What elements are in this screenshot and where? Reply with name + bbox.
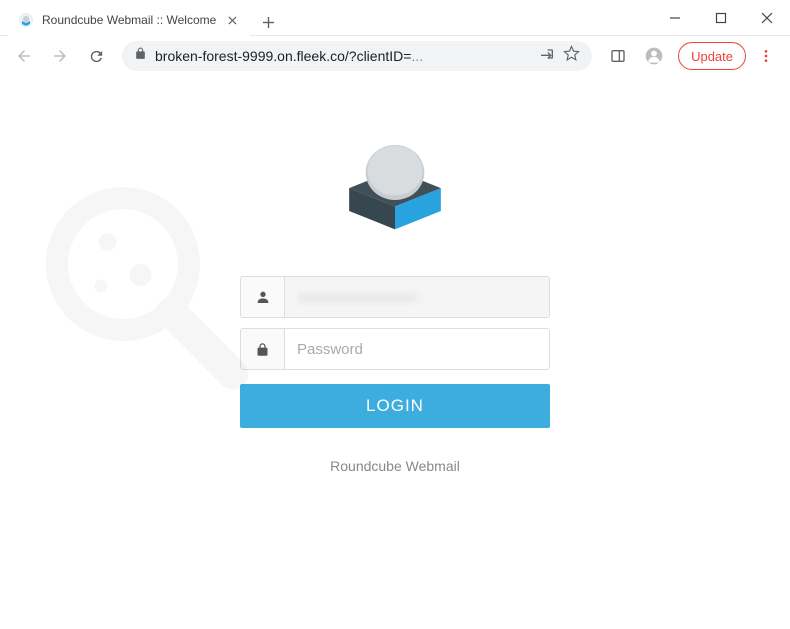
browser-toolbar: broken-forest-9999.on.fleek.co/?clientID…: [0, 36, 790, 76]
url-host: broken-forest-9999.on.fleek.co/?clientID…: [155, 48, 411, 64]
bookmark-star-icon[interactable]: [563, 45, 580, 67]
browser-menu-button[interactable]: [750, 40, 782, 72]
profile-avatar-button[interactable]: [638, 40, 670, 72]
update-label: Update: [691, 49, 733, 64]
username-row: [240, 276, 550, 318]
roundcube-logo: [340, 136, 450, 231]
url-ellipsis: ...: [411, 48, 423, 64]
username-input[interactable]: [285, 277, 549, 317]
password-row: [240, 328, 550, 370]
nav-forward-button[interactable]: [44, 40, 76, 72]
window-close-button[interactable]: [744, 0, 790, 36]
address-bar[interactable]: broken-forest-9999.on.fleek.co/?clientID…: [122, 41, 592, 71]
tab-close-button[interactable]: [224, 12, 240, 28]
tab-favicon-icon: [18, 12, 34, 28]
update-button[interactable]: Update: [678, 42, 746, 70]
window-controls: [652, 0, 790, 36]
new-tab-button[interactable]: [254, 8, 282, 36]
password-input[interactable]: [285, 329, 549, 369]
nav-back-button[interactable]: [8, 40, 40, 72]
browser-tab-active[interactable]: Roundcube Webmail :: Welcome: [8, 4, 250, 36]
window-maximize-button[interactable]: [698, 0, 744, 36]
nav-reload-button[interactable]: [80, 40, 112, 72]
user-icon: [241, 277, 285, 317]
login-form: LOGIN Roundcube Webmail: [240, 276, 550, 474]
share-icon[interactable]: [539, 46, 555, 67]
footer-text: Roundcube Webmail: [240, 458, 550, 474]
tab-title: Roundcube Webmail :: Welcome: [42, 13, 216, 27]
side-panel-button[interactable]: [602, 40, 634, 72]
page-content: LOGIN Roundcube Webmail: [0, 76, 790, 629]
url-text: broken-forest-9999.on.fleek.co/?clientID…: [155, 48, 531, 64]
login-button[interactable]: LOGIN: [240, 384, 550, 428]
omnibox-actions: [539, 45, 580, 67]
lock-icon: [134, 47, 147, 65]
lock-icon: [241, 329, 285, 369]
browser-tabs: Roundcube Webmail :: Welcome: [0, 0, 650, 36]
watermark-magnifier-icon: [35, 176, 255, 396]
window-minimize-button[interactable]: [652, 0, 698, 36]
